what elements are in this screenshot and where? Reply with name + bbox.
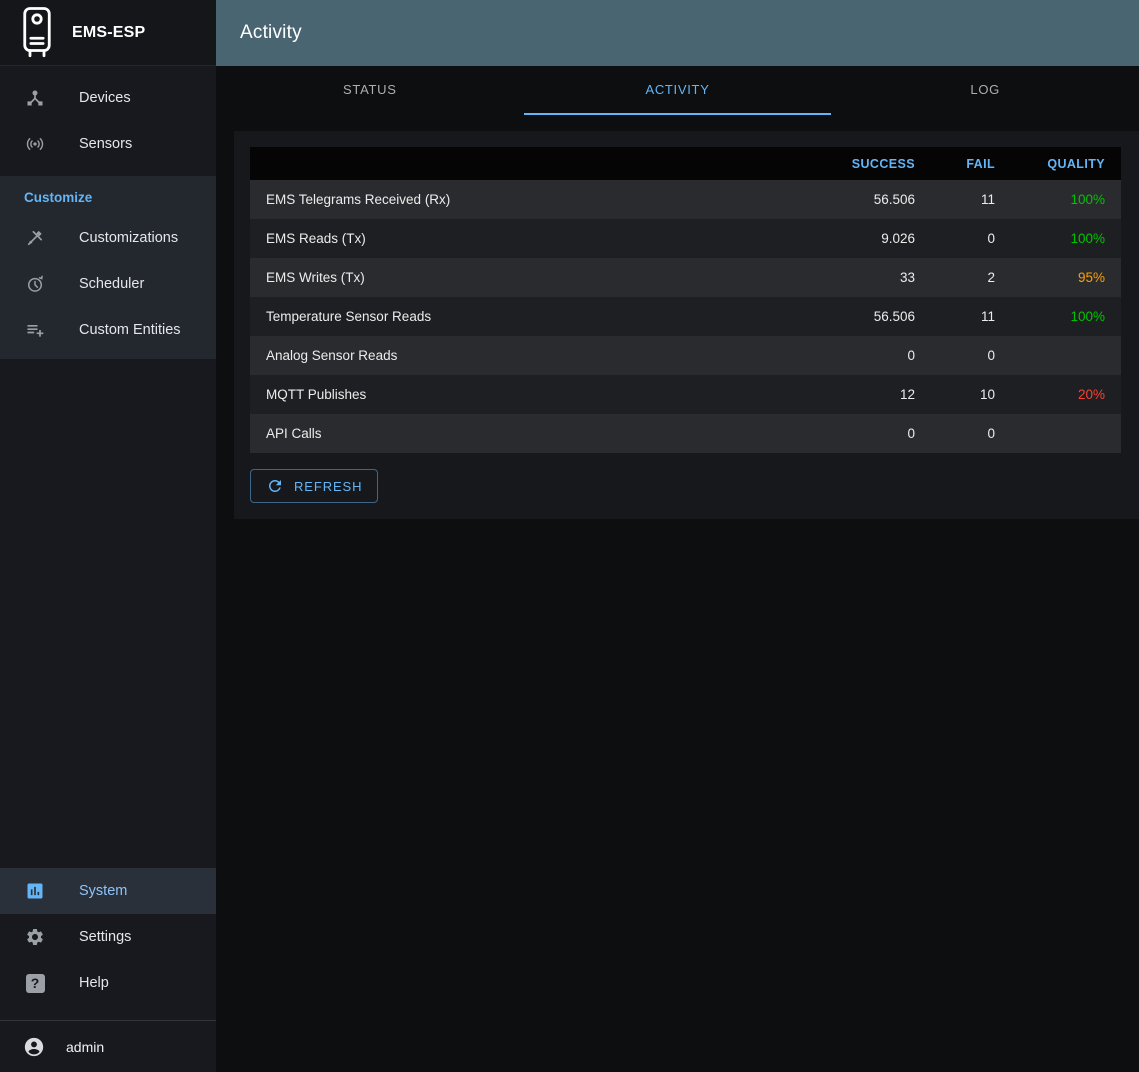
table-row: EMS Reads (Tx) 9.026 0 100%: [250, 219, 1121, 258]
row-metric-label: Analog Sensor Reads: [250, 336, 811, 375]
page-title: Activity: [240, 22, 302, 44]
tab-log[interactable]: LOG: [831, 66, 1139, 115]
account-circle-icon: [23, 1036, 45, 1058]
playlist-add-icon: [25, 320, 45, 340]
row-success-value: 9.026: [811, 219, 931, 258]
topbar: Activity: [216, 0, 1139, 66]
sidebar-item-label: System: [79, 883, 127, 899]
row-metric-label: API Calls: [250, 414, 811, 453]
table-row: API Calls 0 0: [250, 414, 1121, 453]
row-metric-label: Temperature Sensor Reads: [250, 297, 811, 336]
main-area: Activity STATUS ACTIVITY LOG SUCCESS FAI…: [216, 0, 1139, 1072]
row-quality-value: 20%: [1011, 375, 1121, 414]
row-quality-value: 100%: [1011, 297, 1121, 336]
sidebar-item-label: Sensors: [79, 136, 132, 152]
sidebar-customize-section: Customize Customizations Schedu: [0, 176, 216, 359]
row-quality-value: 95%: [1011, 258, 1121, 297]
activity-table: SUCCESS FAIL QUALITY EMS Telegrams Recei…: [250, 147, 1121, 453]
row-quality-value: [1011, 336, 1121, 375]
sidebar-item-help[interactable]: ? Help: [0, 960, 216, 1006]
row-fail-value: 0: [931, 336, 1011, 375]
sidebar-spacer: [0, 359, 216, 868]
col-header-quality: QUALITY: [1011, 147, 1121, 180]
tools-icon: [25, 228, 45, 248]
sidebar-item-devices[interactable]: Devices: [0, 75, 216, 121]
sidebar-item-system[interactable]: System: [0, 868, 216, 914]
col-header-success: SUCCESS: [811, 147, 931, 180]
sidebar-item-custom-entities[interactable]: Custom Entities: [0, 307, 216, 353]
col-header-fail: FAIL: [931, 147, 1011, 180]
col-header-metric: [250, 147, 811, 180]
sidebar: EMS-ESP Devices Sensors Customize: [0, 0, 216, 1072]
row-metric-label: EMS Telegrams Received (Rx): [250, 180, 811, 219]
ems-esp-logo-icon: [16, 10, 58, 56]
row-success-value: 56.506: [811, 297, 931, 336]
sidebar-item-sensors[interactable]: Sensors: [0, 121, 216, 167]
sidebar-nav-bottom: System Settings ? Help: [0, 868, 216, 1006]
row-fail-value: 10: [931, 375, 1011, 414]
sidebar-item-label: Scheduler: [79, 276, 144, 292]
sidebar-nav-top: Devices Sensors: [0, 66, 216, 167]
row-fail-value: 0: [931, 219, 1011, 258]
bar-chart-icon: [25, 881, 45, 901]
row-fail-value: 2: [931, 258, 1011, 297]
activity-table-body: EMS Telegrams Received (Rx) 56.506 11 10…: [250, 180, 1121, 453]
tab-bar: STATUS ACTIVITY LOG: [216, 66, 1139, 115]
sensors-icon: [25, 134, 45, 154]
customize-section-header: Customize: [0, 176, 216, 215]
help-glyph: ?: [26, 974, 45, 993]
table-row: EMS Telegrams Received (Rx) 56.506 11 10…: [250, 180, 1121, 219]
tab-activity[interactable]: ACTIVITY: [524, 66, 832, 115]
row-success-value: 0: [811, 336, 931, 375]
row-success-value: 33: [811, 258, 931, 297]
row-quality-value: [1011, 414, 1121, 453]
row-success-value: 12: [811, 375, 931, 414]
help-icon: ?: [25, 973, 45, 993]
row-metric-label: EMS Writes (Tx): [250, 258, 811, 297]
user-label: admin: [66, 1039, 104, 1055]
table-header-row: SUCCESS FAIL QUALITY: [250, 147, 1121, 180]
table-row: EMS Writes (Tx) 33 2 95%: [250, 258, 1121, 297]
sidebar-item-settings[interactable]: Settings: [0, 914, 216, 960]
sidebar-item-label: Customizations: [79, 230, 178, 246]
app-root: EMS-ESP Devices Sensors Customize: [0, 0, 1139, 1072]
row-success-value: 0: [811, 414, 931, 453]
row-quality-value: 100%: [1011, 180, 1121, 219]
app-title: EMS-ESP: [72, 24, 145, 42]
sidebar-header: EMS-ESP: [0, 0, 216, 66]
refresh-button[interactable]: REFRESH: [250, 469, 378, 503]
refresh-button-label: REFRESH: [294, 479, 362, 494]
table-row: MQTT Publishes 12 10 20%: [250, 375, 1121, 414]
table-row: Temperature Sensor Reads 56.506 11 100%: [250, 297, 1121, 336]
table-row: Analog Sensor Reads 0 0: [250, 336, 1121, 375]
sidebar-item-scheduler[interactable]: Scheduler: [0, 261, 216, 307]
sidebar-item-label: Devices: [79, 90, 131, 106]
scheduler-clock-icon: [25, 274, 45, 294]
sidebar-item-label: Custom Entities: [79, 322, 181, 338]
refresh-icon: [266, 477, 284, 495]
row-fail-value: 0: [931, 414, 1011, 453]
activity-card: SUCCESS FAIL QUALITY EMS Telegrams Recei…: [234, 131, 1139, 519]
row-fail-value: 11: [931, 180, 1011, 219]
gear-icon: [25, 927, 45, 947]
row-fail-value: 11: [931, 297, 1011, 336]
row-success-value: 56.506: [811, 180, 931, 219]
device-hub-icon: [25, 88, 45, 108]
row-metric-label: EMS Reads (Tx): [250, 219, 811, 258]
row-quality-value: 100%: [1011, 219, 1121, 258]
sidebar-item-label: Help: [79, 975, 109, 991]
sidebar-item-label: Settings: [79, 929, 131, 945]
tab-status[interactable]: STATUS: [216, 66, 524, 115]
sidebar-item-customizations[interactable]: Customizations: [0, 215, 216, 261]
sidebar-user-admin[interactable]: admin: [0, 1021, 216, 1072]
row-metric-label: MQTT Publishes: [250, 375, 811, 414]
